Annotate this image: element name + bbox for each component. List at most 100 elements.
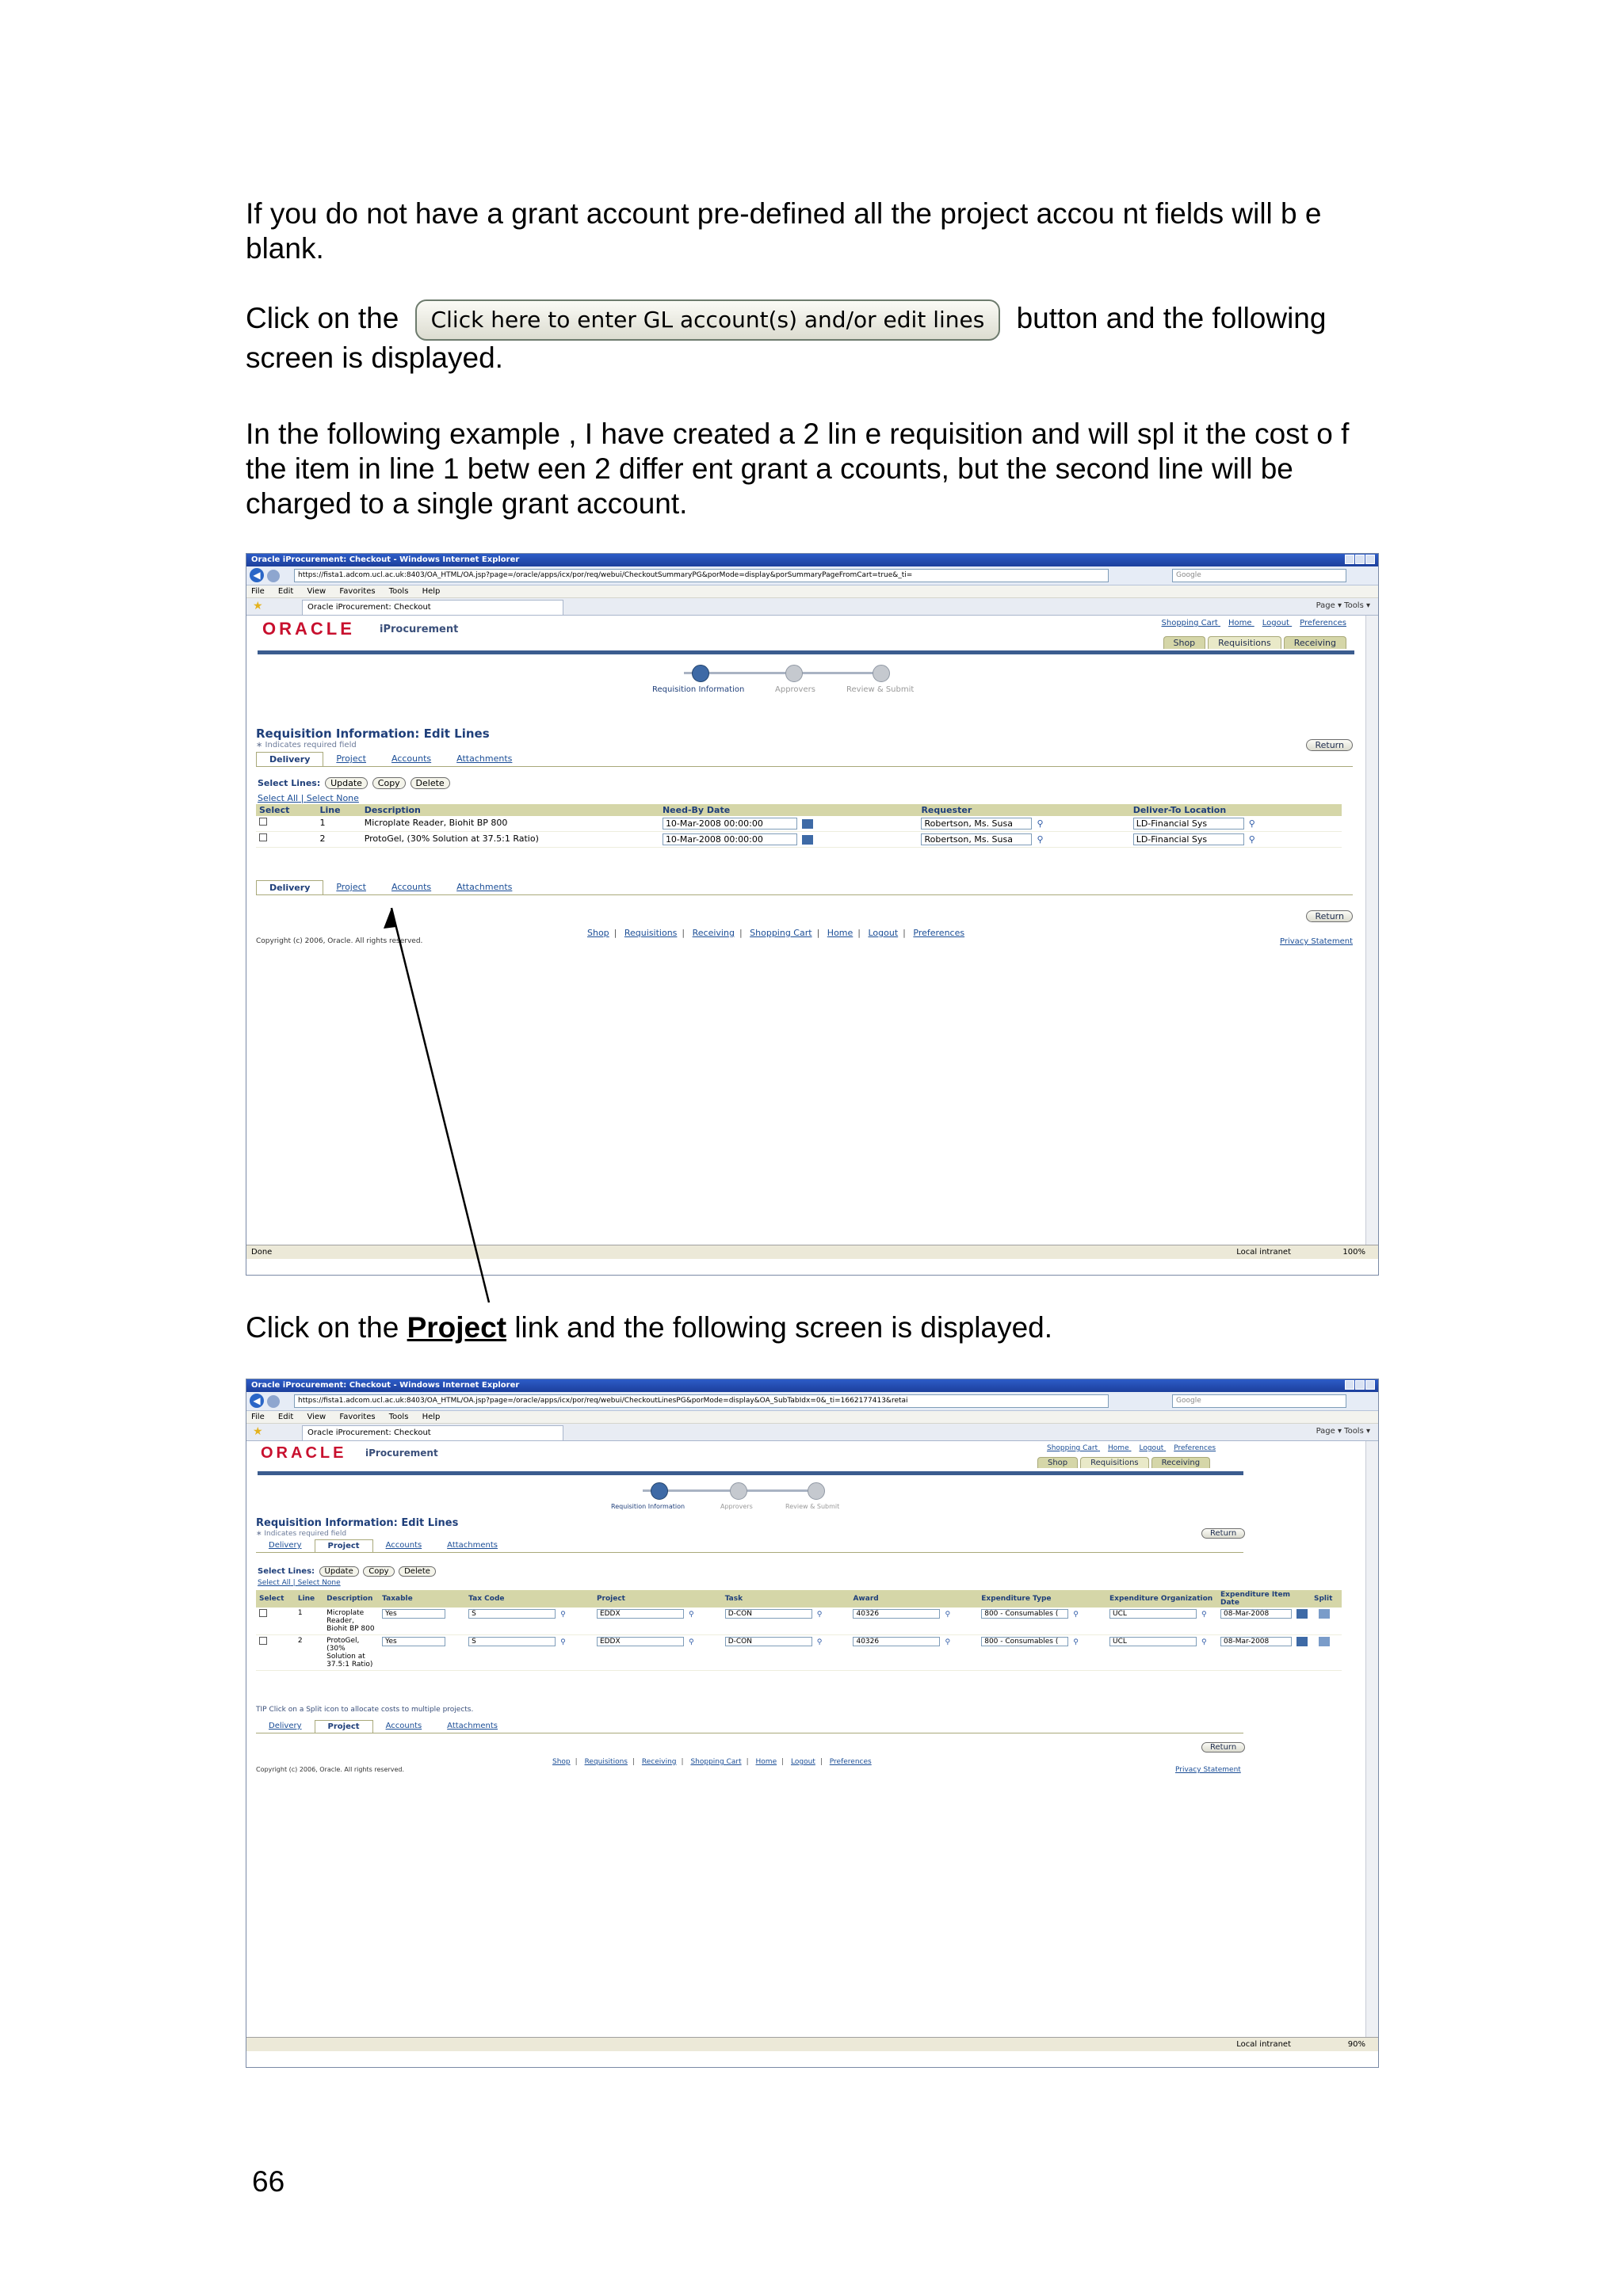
project-link-text: Project (407, 1311, 507, 1344)
split-tip: TIP Click on a Split icon to allocate co… (256, 1706, 474, 1714)
split-icon (1319, 1637, 1330, 1646)
copy-button: Copy (372, 777, 406, 789)
footer-home-link: Home (827, 928, 854, 938)
footer-receiving-link: Receiving (692, 928, 735, 938)
main-tabs: Shop Requisitions Receiving (1035, 1457, 1211, 1468)
project-instruction-lead: Click on the (246, 1311, 399, 1344)
search-torch-icon: ⚲ (945, 1638, 951, 1646)
header-band (258, 650, 1354, 654)
search-field: Google (1172, 1394, 1346, 1408)
search-torch-icon: ⚲ (1037, 818, 1044, 829)
split-icon (1319, 1609, 1330, 1619)
expenditure-date-field: 08-Mar-2008 (1220, 1637, 1292, 1646)
menu-tools: Tools (388, 1413, 409, 1421)
select-lines-label: Select Lines: (258, 1567, 315, 1576)
oracle-logo: ORACLE (262, 619, 355, 639)
award-field: 40326 (853, 1609, 941, 1619)
ie-title-bar: Oracle iProcurement: Checkout - Windows … (246, 1379, 1378, 1392)
col-line: Line (294, 1590, 324, 1608)
shopping-cart-link: Shopping Cart (1161, 619, 1218, 627)
col-select: Select (256, 1590, 295, 1608)
subtab-accounts: Accounts (385, 1541, 422, 1550)
search-torch-icon: ⚲ (816, 1638, 823, 1646)
menu-favorites: Favorites (339, 1413, 376, 1421)
subtab-accounts: Accounts (391, 882, 432, 892)
return-button: Return (1306, 739, 1353, 751)
preferences-link: Preferences (1300, 619, 1346, 627)
search-torch-icon: ⚲ (945, 1610, 951, 1619)
need-by-field: 10-Mar-2008 00:00:00 (662, 818, 797, 830)
tab-strip: ★ Oracle iProcurement: Checkout Page ▾ T… (246, 1424, 1378, 1441)
ie-title-bar: Oracle iProcurement: Checkout - Windows … (246, 554, 1378, 566)
task-field: D-CON (724, 1609, 812, 1619)
subtab-attachments: Attachments (447, 1541, 498, 1550)
search-torch-icon: ⚲ (688, 1638, 694, 1646)
footer-requisitions-link: Requisitions (624, 928, 678, 938)
select-all-none: Select All | Select None (258, 1579, 341, 1587)
col-tax-code: Tax Code (465, 1590, 594, 1608)
col-expenditure-date: Expenditure Item Date (1217, 1590, 1311, 1608)
footer-shop-link: Shop (552, 1758, 571, 1766)
train-label-3: Review & Submit (846, 685, 915, 694)
train-label-3: Review & Submit (785, 1503, 840, 1510)
calendar-icon (801, 818, 813, 829)
update-button: Update (319, 1566, 359, 1577)
footer-shop-link: Shop (587, 928, 609, 938)
footer-logout-link: Logout (791, 1758, 815, 1766)
select-lines-label: Select Lines: (258, 778, 321, 788)
search-torch-icon: ⚲ (816, 1610, 823, 1619)
command-bar: Page ▾ Tools ▾ (1316, 1427, 1370, 1436)
forward-icon (267, 1395, 280, 1408)
tab-strip: ★ Oracle iProcurement: Checkout Page ▾ T… (246, 598, 1378, 616)
required-note: ∗ Indicates required field (256, 741, 357, 749)
return-button: Return (1201, 1742, 1246, 1753)
row-checkbox (259, 1609, 267, 1617)
required-note: ∗ Indicates required field (256, 1530, 347, 1538)
browser-tab: Oracle iProcurement: Checkout (302, 600, 563, 615)
intro-paragraph: If you do not have a grant account pre-d… (246, 197, 1322, 265)
menu-edit: Edit (277, 587, 294, 596)
train-step-3 (873, 665, 890, 682)
scrollbar (1365, 616, 1378, 1245)
train-step-3 (808, 1482, 825, 1500)
expenditure-type-field: 800 - Consumables ( (981, 1637, 1069, 1646)
menu-bar: File Edit View Favorites Tools Help (246, 1411, 1378, 1424)
status-bar: Local intranet 90% (246, 2037, 1378, 2051)
oracle-logo: ORACLE (261, 1444, 347, 1462)
subtab-project: Project (314, 1539, 373, 1552)
menu-bar: File Edit View Favorites Tools Help (246, 585, 1378, 598)
menu-favorites: Favorites (339, 587, 376, 596)
search-torch-icon: ⚲ (1201, 1610, 1207, 1619)
shopping-cart-link: Shopping Cart (1047, 1444, 1098, 1452)
forward-icon (267, 570, 280, 582)
expenditure-type-field: 800 - Consumables ( (981, 1609, 1069, 1619)
home-link: Home (1108, 1444, 1129, 1452)
tab-receiving: Receiving (1283, 636, 1346, 649)
menu-help: Help (422, 1413, 441, 1421)
footer-cart-link: Shopping Cart (690, 1758, 742, 1766)
tab-requisitions: Requisitions (1080, 1457, 1149, 1468)
screenshot-delivery-tab: Oracle iProcurement: Checkout - Windows … (246, 553, 1379, 1276)
table-row: 2 ProtoGel, (30% Solution at 37.5:1 Rati… (256, 831, 1342, 848)
row-description: ProtoGel, (30% Solution at 37.5:1 Ratio) (323, 1634, 380, 1671)
expenditure-org-field: UCL (1109, 1637, 1197, 1646)
address-bar: ◀ https://fista1.adcom.ucl.ac.uk:8403/OA… (246, 566, 1378, 585)
page-heading: Requisition Information: Edit Lines (256, 727, 490, 741)
sub-tabs-bottom: Delivery Project Accounts Attachments (256, 1720, 1243, 1733)
col-need-by: Need-By Date (659, 804, 918, 816)
menu-help: Help (422, 587, 441, 596)
page-number: 66 (252, 2165, 285, 2198)
status-bar: Done Local intranet 100% (246, 1245, 1378, 1259)
table-row: 2 ProtoGel, (30% Solution at 37.5:1 Rati… (256, 1634, 1342, 1671)
col-expenditure-org: Expenditure Organization (1106, 1590, 1217, 1608)
col-split: Split (1311, 1590, 1342, 1608)
subtab-delivery: Delivery (269, 1541, 302, 1550)
taxable-select: Yes (382, 1637, 446, 1646)
screenshot-project-tab: Oracle iProcurement: Checkout - Windows … (246, 1379, 1379, 2068)
train-step-1 (692, 665, 709, 682)
footer-preferences-link: Preferences (913, 928, 965, 938)
header-band (258, 1471, 1243, 1475)
subtab-project: Project (336, 882, 366, 892)
menu-tools: Tools (388, 587, 409, 596)
train-step-2 (730, 1482, 747, 1500)
